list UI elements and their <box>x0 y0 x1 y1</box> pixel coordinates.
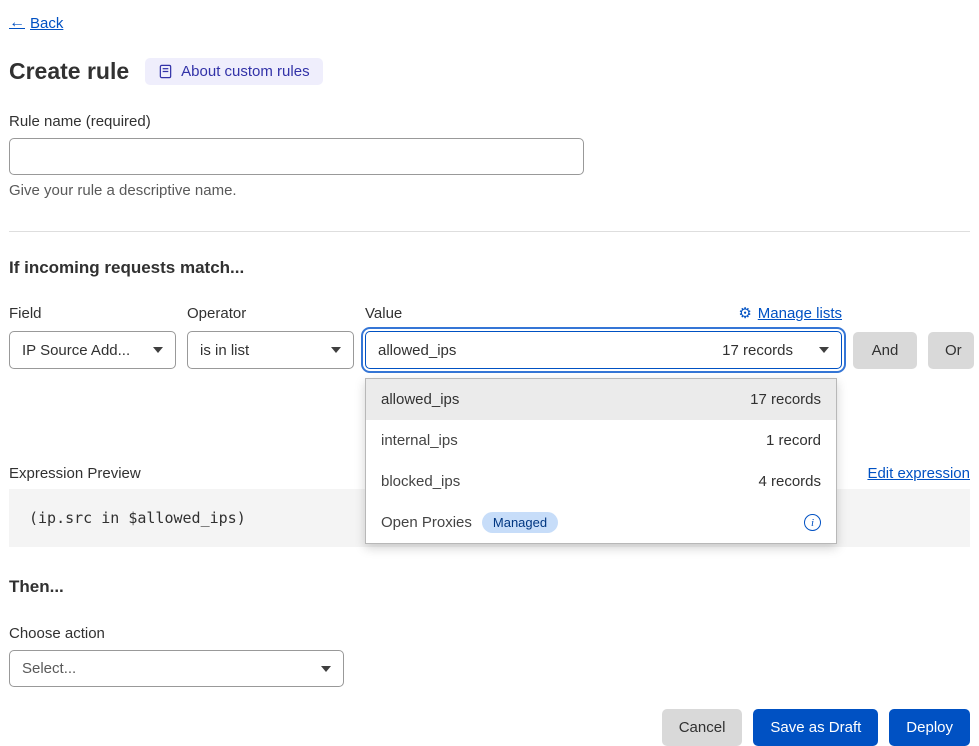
about-custom-rules-link[interactable]: About custom rules <box>145 58 322 85</box>
match-controls: Field Operator Value ⚙ Manage lists IP S… <box>9 304 970 369</box>
expression-code: (ip.src in $allowed_ips) <box>29 509 246 527</box>
book-icon <box>158 64 173 79</box>
back-arrow-icon: ← <box>9 14 25 32</box>
edit-expression-link[interactable]: Edit expression <box>867 465 970 482</box>
operator-select[interactable]: is in list <box>187 331 354 369</box>
list-option-open-proxies[interactable]: Open Proxies Managed i <box>366 502 836 543</box>
back-link[interactable]: ← Back <box>9 14 63 32</box>
operator-select-value: is in list <box>200 342 249 359</box>
chevron-down-icon <box>331 347 341 353</box>
value-select-wrapper: allowed_ips 17 records allowed_ips 17 re… <box>365 331 842 369</box>
operator-label: Operator <box>187 305 354 322</box>
option-name: Open Proxies <box>381 514 472 531</box>
field-select-value: IP Source Add... <box>22 342 130 359</box>
option-meta: 1 record <box>766 432 821 449</box>
manage-lists-link[interactable]: ⚙ Manage lists <box>738 304 842 322</box>
or-button[interactable]: Or <box>928 332 974 369</box>
rule-name-label: Rule name (required) <box>9 113 970 130</box>
back-label: Back <box>30 15 63 32</box>
then-heading: Then... <box>9 577 970 597</box>
cancel-button[interactable]: Cancel <box>662 709 743 746</box>
option-meta: 17 records <box>750 391 821 408</box>
option-name: blocked_ips <box>381 473 460 490</box>
save-as-draft-button[interactable]: Save as Draft <box>753 709 878 746</box>
list-option-allowed-ips[interactable]: allowed_ips 17 records <box>366 379 836 420</box>
match-heading: If incoming requests match... <box>9 258 970 278</box>
info-icon[interactable]: i <box>804 514 821 531</box>
list-option-internal-ips[interactable]: internal_ips 1 record <box>366 420 836 461</box>
gear-icon: ⚙ <box>738 304 751 322</box>
action-select[interactable]: Select... <box>9 650 344 687</box>
action-select-value: Select... <box>22 660 76 677</box>
chevron-down-icon <box>153 347 163 353</box>
value-header: Value ⚙ Manage lists <box>365 304 842 322</box>
option-meta: 4 records <box>758 473 821 490</box>
choose-action-label: Choose action <box>9 625 970 642</box>
value-dropdown-menu: allowed_ips 17 records internal_ips 1 re… <box>365 378 837 544</box>
value-select-value: allowed_ips <box>378 342 456 359</box>
about-badge-label: About custom rules <box>181 63 309 80</box>
option-name: allowed_ips <box>381 391 459 408</box>
page-title: Create rule <box>9 58 129 85</box>
manage-lists-label: Manage lists <box>758 305 842 322</box>
option-name: internal_ips <box>381 432 458 449</box>
field-label: Field <box>9 305 176 322</box>
footer-actions: Cancel Save as Draft Deploy <box>9 709 970 746</box>
list-option-blocked-ips[interactable]: blocked_ips 4 records <box>366 461 836 502</box>
value-select[interactable]: allowed_ips 17 records <box>365 331 842 369</box>
create-rule-page: ← Back Create rule About custom rules Rul… <box>0 0 979 739</box>
rule-name-input[interactable] <box>9 138 584 175</box>
field-select[interactable]: IP Source Add... <box>9 331 176 369</box>
title-row: Create rule About custom rules <box>9 58 970 85</box>
section-divider <box>9 231 970 232</box>
managed-badge: Managed <box>482 512 558 533</box>
chevron-down-icon <box>321 666 331 672</box>
value-label: Value <box>365 305 402 322</box>
value-select-meta: 17 records <box>722 342 793 359</box>
deploy-button[interactable]: Deploy <box>889 709 970 746</box>
rule-name-helper: Give your rule a descriptive name. <box>9 182 970 199</box>
and-button[interactable]: And <box>853 332 917 369</box>
expression-preview-label: Expression Preview <box>9 465 141 482</box>
chevron-down-icon <box>819 347 829 353</box>
